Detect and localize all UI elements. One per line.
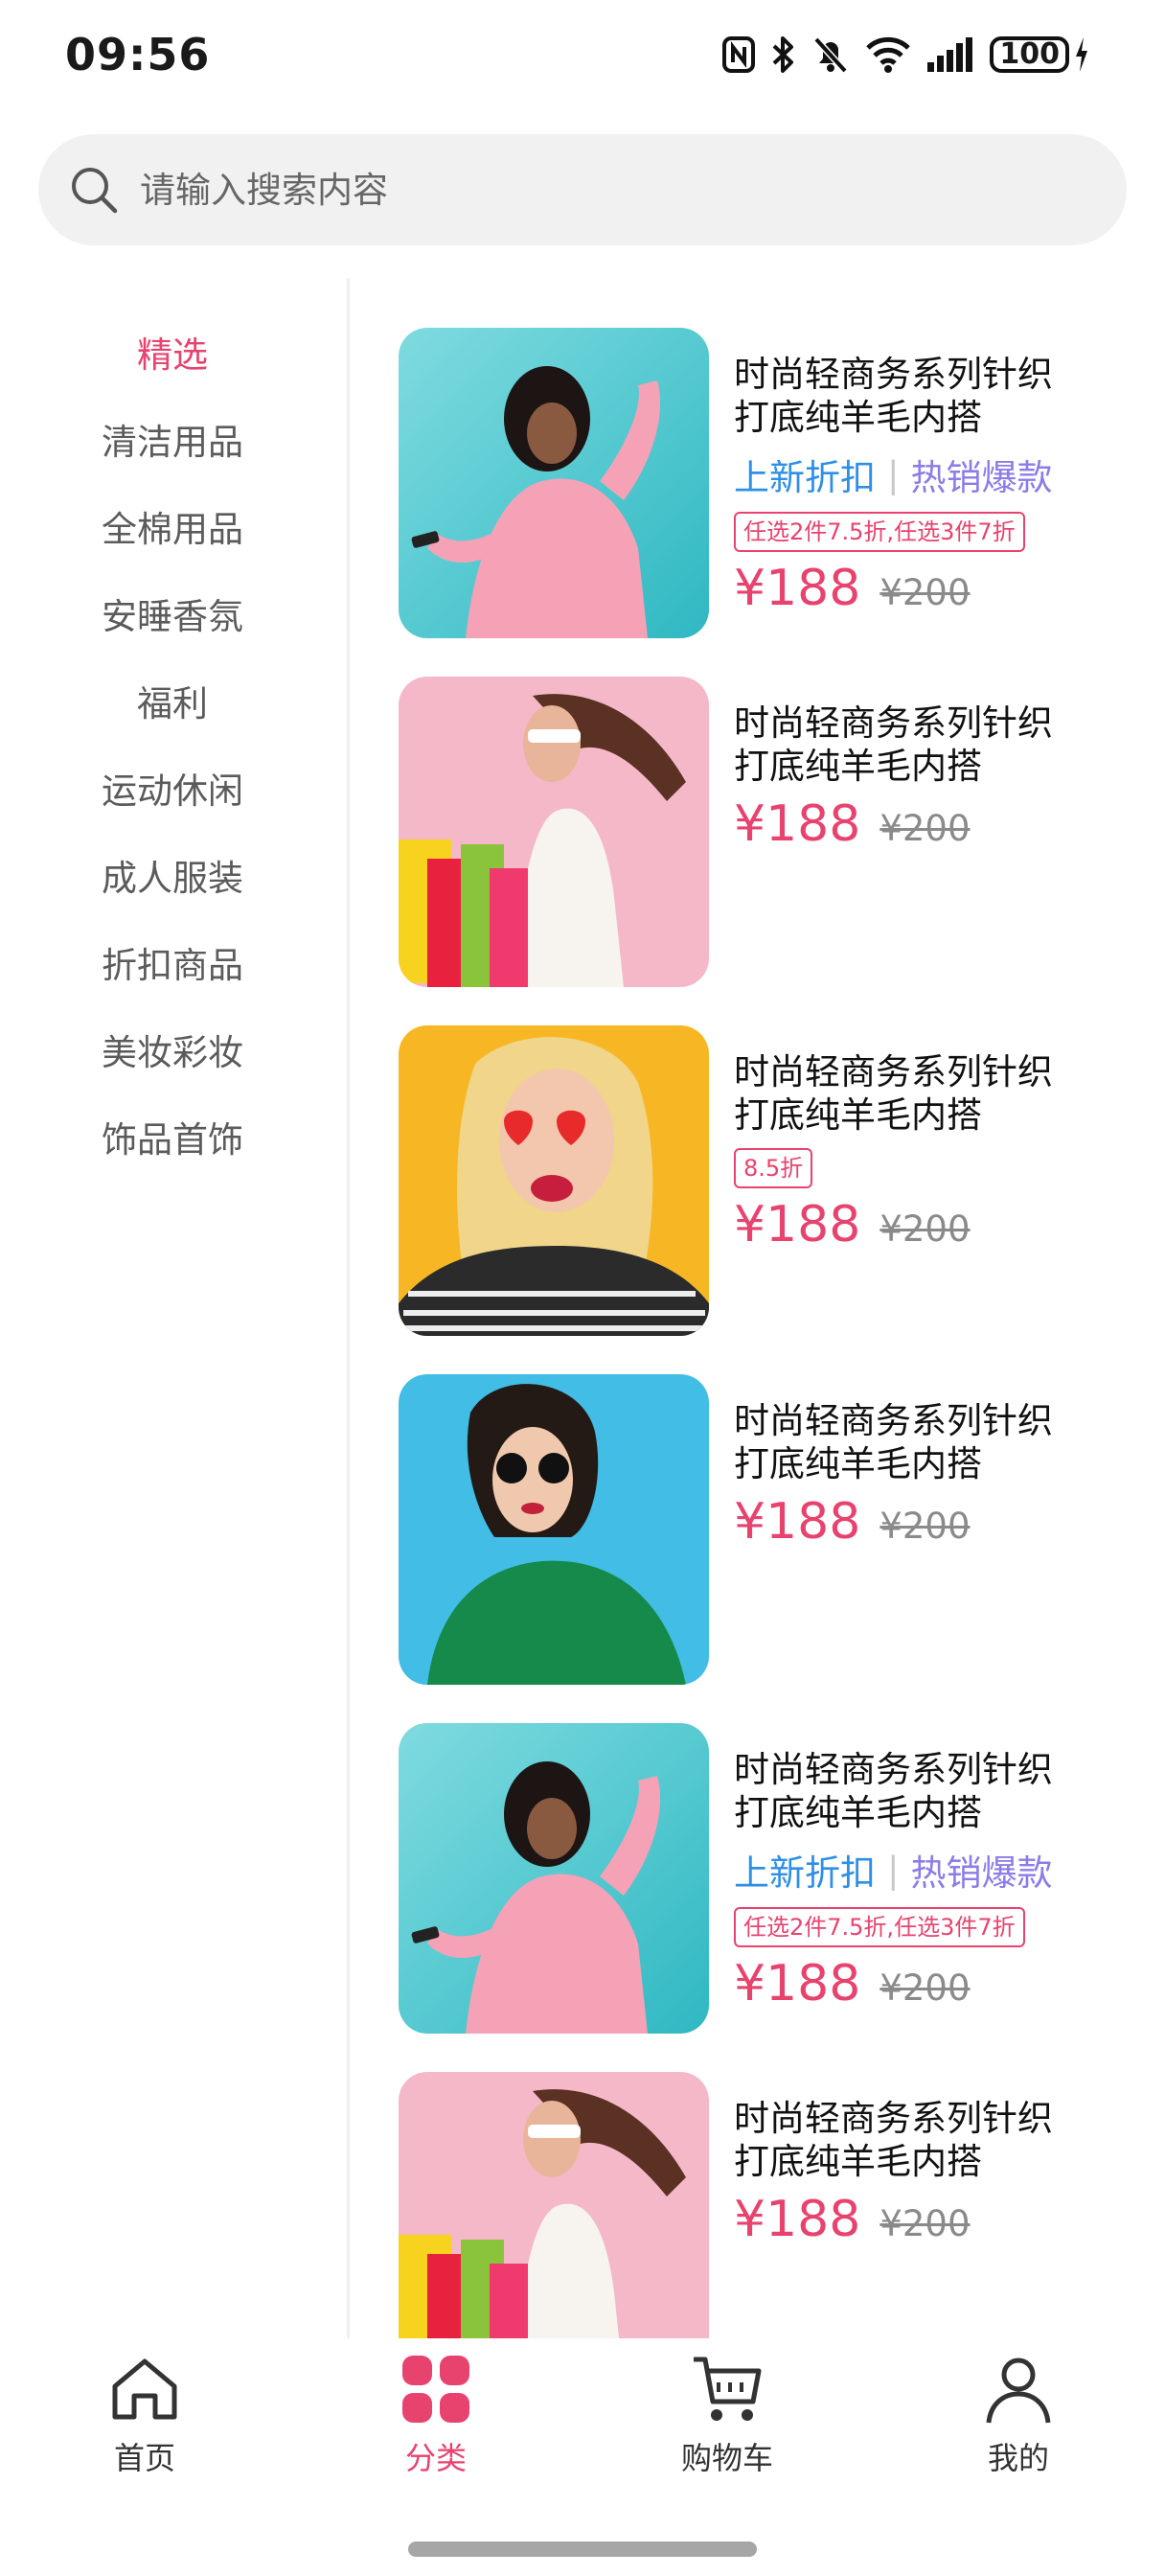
search-input[interactable]: [138, 168, 1004, 212]
sidebar-item-discount[interactable]: 折扣商品: [0, 936, 345, 988]
search-bar[interactable]: [38, 134, 1127, 245]
product-card[interactable]: 时尚轻商务系列针织 打底纯羊毛内搭 ¥188 ¥200: [399, 2072, 1146, 2338]
original-price: ¥200: [879, 572, 971, 613]
tag-separator: |: [887, 1849, 900, 1891]
status-bar: 09:56 100: [0, 0, 1165, 113]
price-row: ¥188 ¥200: [734, 1196, 1146, 1254]
tag-separator: |: [887, 453, 900, 495]
profile-icon: [986, 2358, 1051, 2424]
price-row: ¥188 ¥200: [734, 1493, 1146, 1551]
product-info: 时尚轻商务系列针织 打底纯羊毛内搭 ¥188 ¥200: [734, 2097, 1146, 2248]
product-list[interactable]: 时尚轻商务系列针织 打底纯羊毛内搭 上新折扣 | 热销爆款 任选2件7.5折,任…: [364, 278, 1165, 2338]
current-price: ¥188: [734, 795, 861, 853]
sidebar-item-cleaning[interactable]: 清洁用品: [0, 413, 345, 465]
tag-hot-selling: 热销爆款: [910, 1852, 1053, 1894]
current-price: ¥188: [734, 2191, 861, 2248]
product-image[interactable]: [399, 1025, 709, 1336]
tag-new-discount: 上新折扣: [734, 457, 876, 498]
product-info: 时尚轻商务系列针织 打底纯羊毛内搭 ¥188 ¥200: [734, 702, 1146, 853]
signal-icon: [927, 37, 973, 72]
sidebar-item-sleep-fragrance[interactable]: 安睡香氛: [0, 587, 345, 639]
product-image[interactable]: [399, 1374, 709, 1685]
tab-cart[interactable]: 购物车: [631, 2352, 823, 2478]
product-card[interactable]: 时尚轻商务系列针织 打底纯羊毛内搭 上新折扣 | 热销爆款 任选2件7.5折,任…: [399, 328, 1146, 638]
sidebar-item-jewelry[interactable]: 饰品首饰: [0, 1111, 345, 1162]
product-card[interactable]: 时尚轻商务系列针织 打底纯羊毛内搭 ¥188 ¥200: [399, 677, 1146, 987]
original-price: ¥200: [879, 1506, 971, 1547]
current-price: ¥188: [734, 1493, 861, 1551]
search-icon: [72, 168, 118, 214]
product-info: 时尚轻商务系列针织 打底纯羊毛内搭 上新折扣 | 热销爆款 任选2件7.5折,任…: [734, 1748, 1146, 2012]
product-title: 时尚轻商务系列针织 打底纯羊毛内搭: [734, 1749, 1053, 1833]
product-title: 时尚轻商务系列针织 打底纯羊毛内搭: [734, 2098, 1053, 2182]
current-price: ¥188: [734, 1955, 861, 2012]
tab-profile[interactable]: 我的: [923, 2352, 1114, 2478]
home-icon: [112, 2358, 177, 2420]
sidebar-item-makeup[interactable]: 美妆彩妆: [0, 1024, 345, 1075]
tab-cart-label: 购物车: [680, 2440, 773, 2476]
product-tags: 上新折扣 | 热销爆款: [734, 1844, 1146, 1896]
product-title: 时尚轻商务系列针织 打底纯羊毛内搭: [734, 354, 1053, 438]
product-tags: 上新折扣 | 热销爆款: [734, 448, 1146, 500]
product-card[interactable]: 时尚轻商务系列针织 打底纯羊毛内搭 ¥188 ¥200: [399, 1374, 1146, 1685]
product-card[interactable]: 时尚轻商务系列针织 打底纯羊毛内搭 上新折扣 | 热销爆款 任选2件7.5折,任…: [399, 1723, 1146, 2034]
product-image[interactable]: [399, 1723, 709, 2034]
promo-badge: 8.5折: [734, 1148, 813, 1188]
mute-bell-icon: [813, 36, 848, 74]
current-price: ¥188: [734, 560, 861, 617]
sidebar-divider: [347, 278, 350, 2338]
home-indicator[interactable]: [408, 2542, 757, 2557]
price-row: ¥188 ¥200: [734, 795, 1146, 853]
product-info: 时尚轻商务系列针织 打底纯羊毛内搭 ¥188 ¥200: [734, 1399, 1146, 1551]
battery-indicator: 100: [990, 35, 1090, 74]
product-image[interactable]: [399, 328, 709, 638]
price-row: ¥188 ¥200: [734, 1955, 1146, 2012]
original-price: ¥200: [879, 808, 971, 849]
battery-level: 100: [990, 36, 1069, 73]
tab-home[interactable]: 首页: [49, 2352, 240, 2478]
product-title: 时尚轻商务系列针织 打底纯羊毛内搭: [734, 702, 1053, 787]
product-image[interactable]: [399, 2072, 709, 2338]
status-time: 09:56: [65, 29, 211, 80]
sidebar-item-featured[interactable]: 精选: [0, 326, 345, 378]
original-price: ¥200: [879, 2203, 971, 2244]
product-info: 时尚轻商务系列针织 打底纯羊毛内搭 8.5折 ¥188 ¥200: [734, 1050, 1146, 1254]
category-sidebar: 精选 清洁用品 全棉用品 安睡香氛 福利 运动休闲 成人服装 折扣商品 美妆彩妆…: [0, 278, 345, 2338]
category-icon: [402, 2356, 469, 2423]
current-price: ¥188: [734, 1196, 861, 1254]
original-price: ¥200: [879, 1967, 971, 2009]
promo-badge: 任选2件7.5折,任选3件7折: [734, 1907, 1025, 1947]
tab-profile-label: 我的: [987, 2440, 1049, 2476]
original-price: ¥200: [879, 1208, 971, 1250]
product-title: 时尚轻商务系列针织 打底纯羊毛内搭: [734, 1400, 1053, 1484]
tab-category-label: 分类: [404, 2440, 467, 2476]
sidebar-item-sports[interactable]: 运动休闲: [0, 762, 345, 814]
charging-icon: [1076, 37, 1087, 72]
wifi-icon: [866, 36, 911, 73]
tab-category[interactable]: 分类: [340, 2352, 532, 2478]
bluetooth-icon: [773, 36, 794, 73]
price-row: ¥188 ¥200: [734, 560, 1146, 617]
sidebar-item-adult-clothing[interactable]: 成人服装: [0, 849, 345, 901]
price-row: ¥188 ¥200: [734, 2191, 1146, 2248]
product-image[interactable]: [399, 677, 709, 987]
cart-icon: [694, 2357, 762, 2421]
tag-new-discount: 上新折扣: [734, 1852, 876, 1894]
product-info: 时尚轻商务系列针织 打底纯羊毛内搭 上新折扣 | 热销爆款 任选2件7.5折,任…: [734, 353, 1146, 617]
tab-home-label: 首页: [113, 2440, 175, 2476]
sidebar-item-cotton[interactable]: 全棉用品: [0, 500, 345, 552]
bottom-tab-bar: 首页 分类 购物车 我的: [0, 2338, 1165, 2530]
promo-badge: 任选2件7.5折,任选3件7折: [734, 512, 1025, 552]
nfc-icon: [722, 36, 756, 73]
product-card[interactable]: 时尚轻商务系列针织 打底纯羊毛内搭 8.5折 ¥188 ¥200: [399, 1025, 1146, 1336]
sidebar-item-benefits[interactable]: 福利: [0, 675, 345, 726]
product-title: 时尚轻商务系列针织 打底纯羊毛内搭: [734, 1051, 1053, 1136]
status-icons: 100: [721, 33, 1090, 77]
tag-hot-selling: 热销爆款: [910, 457, 1053, 498]
